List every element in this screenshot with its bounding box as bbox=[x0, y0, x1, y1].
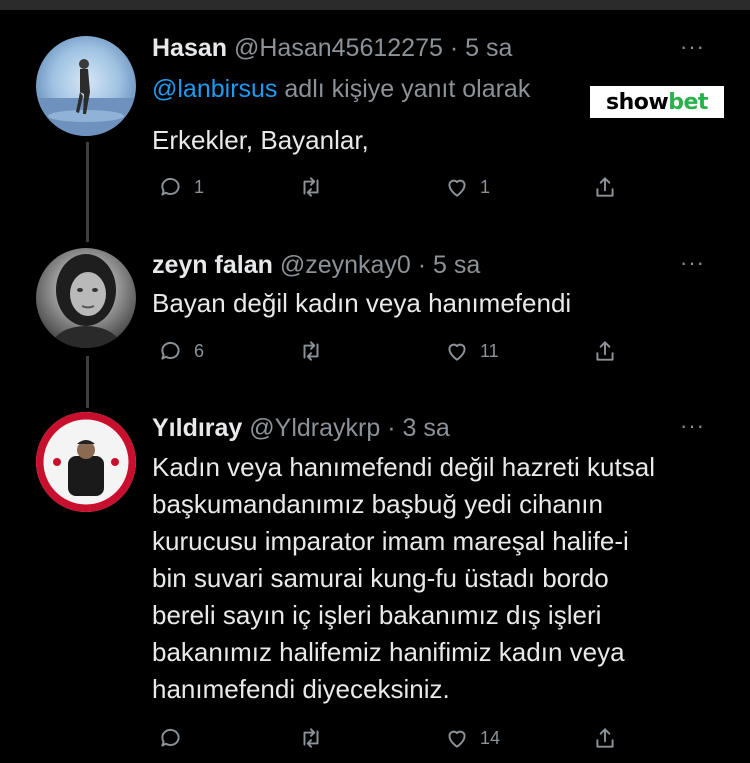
retweet-button[interactable] bbox=[298, 172, 334, 202]
user-handle[interactable]: @Yldraykrp bbox=[249, 414, 380, 442]
more-options-icon[interactable]: ··· bbox=[680, 413, 705, 439]
avatar-portrait-icon bbox=[52, 254, 120, 348]
display-name[interactable]: zeyn falan bbox=[152, 251, 273, 279]
reply-button[interactable]: 6 bbox=[158, 336, 204, 366]
display-name[interactable]: Hasan bbox=[152, 34, 227, 62]
tweet-text-line: başkumandanımız başbuğ yedi cihanın bbox=[152, 489, 603, 519]
retweet-icon bbox=[303, 177, 319, 197]
like-icon bbox=[448, 730, 466, 748]
reply-button[interactable] bbox=[158, 723, 194, 753]
tweet-text-line: kurucusu imparator imam mareşal halife-i bbox=[152, 526, 629, 556]
tweet-text: Bayan değil kadın veya hanımefendi bbox=[152, 285, 571, 322]
tweet-text-line: bin suvari samurai kung-fu üstadı bordo bbox=[152, 563, 609, 593]
retweet-button[interactable] bbox=[298, 336, 334, 366]
avatar-badge-icon bbox=[36, 412, 136, 512]
like-count: 14 bbox=[480, 727, 501, 748]
tweet-text-line: Erkekler, Bayanlar, bbox=[152, 125, 369, 155]
thread-line bbox=[86, 356, 89, 408]
avatar-hasan[interactable] bbox=[36, 36, 136, 136]
share-button[interactable] bbox=[592, 723, 618, 753]
tweet-text-line: bereli sayın iç işleri bakanımız dış işl… bbox=[152, 600, 602, 630]
like-icon bbox=[448, 179, 466, 197]
thread-line bbox=[86, 142, 89, 242]
more-options-icon[interactable]: ··· bbox=[680, 34, 705, 60]
reply-button[interactable]: 1 bbox=[158, 172, 204, 202]
avatar-zeyn[interactable] bbox=[36, 248, 136, 348]
tweet-text-line: Kadın veya hanımefendi değil hazreti kut… bbox=[152, 452, 655, 482]
avatar-figure-icon bbox=[36, 59, 136, 136]
showbet-watermark: show bet bbox=[590, 86, 724, 118]
reply-icon bbox=[161, 728, 180, 747]
tweet-header: Yıldıray @Yldraykrp · 3 sa bbox=[152, 413, 450, 443]
reply-count: 6 bbox=[194, 340, 205, 361]
timestamp[interactable]: · 3 sa bbox=[387, 414, 450, 442]
tweet-actions: 14 bbox=[152, 723, 632, 753]
reply-to-label: adlı kişiye yanıt olarak bbox=[284, 75, 531, 103]
tweet-header: zeyn falan @zeynkay0 · 5 sa bbox=[152, 250, 480, 280]
reply-to-handle[interactable]: @lanbirsus bbox=[152, 75, 277, 103]
like-icon bbox=[448, 343, 466, 361]
reply-icon bbox=[161, 177, 180, 196]
like-button[interactable]: 11 bbox=[444, 336, 499, 366]
reply-icon bbox=[161, 341, 180, 360]
retweet-icon bbox=[303, 728, 319, 748]
retweet-button[interactable] bbox=[298, 723, 334, 753]
timestamp[interactable]: · 5 sa bbox=[418, 251, 481, 279]
like-button[interactable]: 14 bbox=[444, 723, 500, 753]
display-name[interactable]: Yıldıray bbox=[152, 414, 242, 442]
like-button[interactable]: 1 bbox=[444, 172, 490, 202]
share-button[interactable] bbox=[592, 172, 618, 202]
tweet-text-line: hanımefendi diyeceksiniz. bbox=[152, 674, 450, 704]
tweet-text: Kadın veya hanımefendi değil hazreti kut… bbox=[152, 449, 655, 708]
tweet-header: Hasan @Hasan45612275 · 5 sa bbox=[152, 33, 512, 63]
tweet-text: Erkekler, Bayanlar, bbox=[152, 122, 369, 159]
share-icon bbox=[596, 341, 614, 361]
more-options-icon[interactable]: ··· bbox=[680, 250, 705, 276]
reply-count: 1 bbox=[194, 176, 205, 197]
top-border bbox=[0, 0, 750, 10]
share-button[interactable] bbox=[592, 336, 618, 366]
reply-context: @lanbirsus adlı kişiye yanıt olarak bbox=[152, 74, 530, 104]
timestamp[interactable]: · 5 sa bbox=[450, 34, 513, 62]
like-count: 11 bbox=[480, 340, 499, 361]
avatar-yildiray[interactable] bbox=[36, 412, 136, 512]
user-handle[interactable]: @zeynkay0 bbox=[280, 251, 411, 279]
share-icon bbox=[596, 177, 614, 197]
share-icon bbox=[596, 728, 614, 748]
tweet-text-line: bakanımız halifemiz hanifimiz kadın veya bbox=[152, 637, 625, 667]
tweet-actions: 6 11 bbox=[152, 336, 632, 366]
user-handle[interactable]: @Hasan45612275 bbox=[234, 34, 443, 62]
retweet-icon bbox=[303, 341, 319, 361]
tweet-actions: 1 1 bbox=[152, 172, 632, 202]
tweet-text-line: Bayan değil kadın veya hanımefendi bbox=[152, 288, 572, 318]
like-count: 1 bbox=[480, 176, 491, 197]
